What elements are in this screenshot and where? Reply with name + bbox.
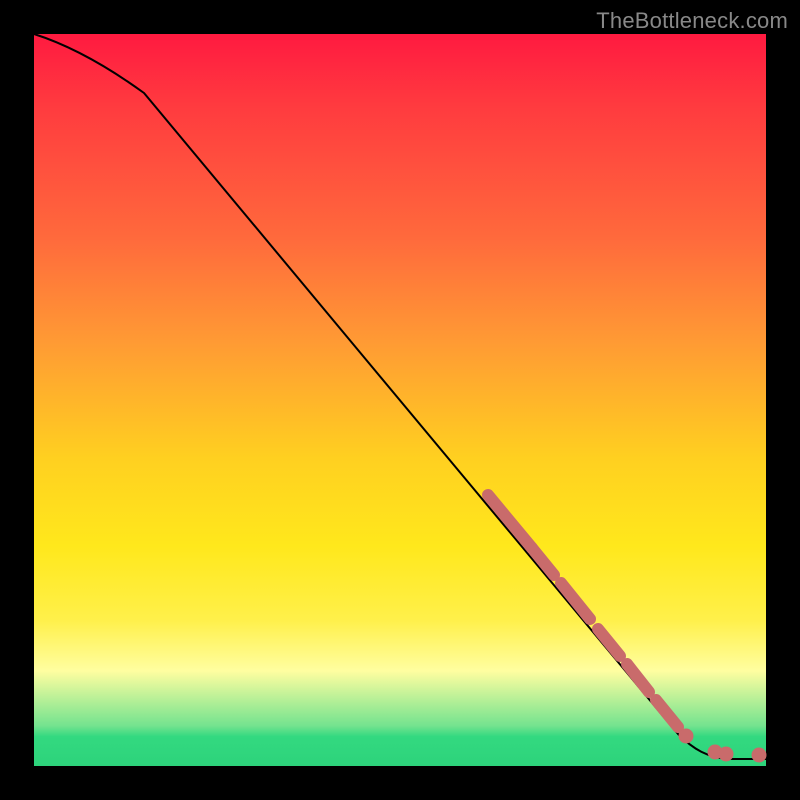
dot-cluster-1	[488, 495, 532, 548]
tail-dot-2b	[719, 747, 733, 761]
chart-svg	[34, 34, 766, 766]
dot-cluster-6	[656, 700, 678, 727]
tail-dot-1	[679, 729, 693, 743]
tail-dot-3	[752, 748, 766, 762]
bottleneck-curve	[34, 34, 766, 759]
dot-cluster-3	[561, 583, 590, 619]
dot-cluster-4	[598, 629, 620, 656]
chart-frame: TheBottleneck.com	[0, 0, 800, 800]
plot-area	[34, 34, 766, 766]
dot-cluster-2	[532, 548, 554, 575]
watermark-text: TheBottleneck.com	[596, 8, 788, 34]
